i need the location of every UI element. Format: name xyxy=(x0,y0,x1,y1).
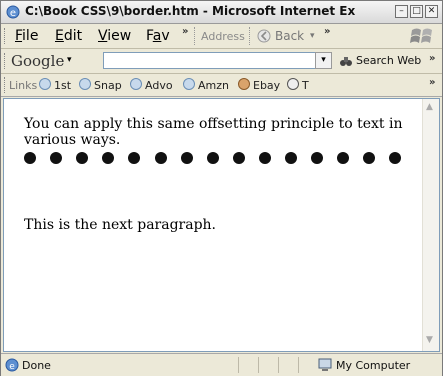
border-dot xyxy=(337,152,350,164)
scroll-up-arrow-icon[interactable]: ▲ xyxy=(426,102,433,112)
google-overflow-chevron[interactable]: » xyxy=(429,53,435,64)
svg-text:e: e xyxy=(10,8,16,19)
back-dropdown-icon[interactable]: ▾ xyxy=(310,31,315,41)
border-dot xyxy=(128,152,141,164)
border-dot xyxy=(76,152,89,164)
toolbar-grip[interactable] xyxy=(4,77,7,93)
link-t[interactable]: T xyxy=(302,79,309,92)
link-amzn-icon xyxy=(183,78,195,90)
toolbar-overflow-chevron[interactable]: » xyxy=(324,26,330,37)
toolbar-grip[interactable] xyxy=(4,28,7,44)
menu-view[interactable]: View xyxy=(98,28,131,44)
toolbar-separator xyxy=(194,27,196,45)
link-snap-icon xyxy=(79,78,91,90)
internet-explorer-icon: e xyxy=(6,5,20,19)
security-zone-text: My Computer xyxy=(336,359,411,372)
link-t-icon xyxy=(287,78,299,90)
border-dot xyxy=(24,152,36,164)
google-search-input[interactable] xyxy=(103,52,316,69)
maximize-button[interactable]: □ xyxy=(410,5,423,18)
browser-window: e C:\Book CSS\9\border.htm - Microsoft I… xyxy=(0,0,443,376)
border-dot xyxy=(363,152,376,164)
window-title: C:\Book CSS\9\border.htm - Microsoft Int… xyxy=(25,4,355,18)
menu-edit[interactable]: Edit xyxy=(55,28,82,44)
menu-favorites[interactable]: Fav xyxy=(146,28,170,44)
link-1st[interactable]: 1st xyxy=(54,79,71,92)
scroll-down-arrow-icon[interactable]: ▼ xyxy=(426,335,433,345)
menu-overflow-chevron[interactable]: » xyxy=(182,26,188,37)
border-dot xyxy=(206,152,219,164)
menu-bar: File Edit View Fav » Address Back ▾ » xyxy=(1,24,442,49)
google-menu-arrow-icon[interactable]: ▾ xyxy=(67,55,72,65)
status-divider xyxy=(277,357,279,373)
border-dot xyxy=(389,152,402,164)
dotted-border-row xyxy=(24,152,424,166)
border-dot xyxy=(102,152,115,164)
search-binoculars-icon xyxy=(339,53,353,67)
link-snap[interactable]: Snap xyxy=(94,79,122,92)
border-dot xyxy=(154,152,167,164)
title-bar: e C:\Book CSS\9\border.htm - Microsoft I… xyxy=(1,1,442,24)
links-toolbar: Links 1st Snap Advo Amzn Ebay T » xyxy=(1,74,442,97)
back-arrow-icon[interactable] xyxy=(257,29,271,43)
paragraph-next: This is the next paragraph. xyxy=(24,217,217,233)
address-label[interactable]: Address xyxy=(201,30,245,43)
my-computer-icon xyxy=(318,358,332,371)
status-divider xyxy=(257,357,259,373)
status-divider xyxy=(237,357,239,373)
paragraph-offset-text: You can apply this same offsetting princ… xyxy=(24,116,403,148)
page-status-icon: e xyxy=(5,358,19,372)
toolbar-grip[interactable] xyxy=(4,53,7,69)
status-divider xyxy=(297,357,299,373)
toolbar-separator xyxy=(249,27,251,45)
links-overflow-chevron[interactable]: » xyxy=(429,77,435,88)
link-advo-icon xyxy=(130,78,142,90)
back-button[interactable]: Back xyxy=(275,29,304,43)
border-dot xyxy=(258,152,271,164)
link-amzn[interactable]: Amzn xyxy=(198,79,229,92)
minimize-button[interactable]: – xyxy=(395,5,408,18)
status-bar: e Done My Computer xyxy=(1,353,442,376)
border-dot xyxy=(285,152,297,164)
page-viewport[interactable]: You can apply this same offsetting princ… xyxy=(3,98,440,352)
link-1st-icon xyxy=(39,78,51,90)
google-logo[interactable]: Google xyxy=(11,52,64,70)
close-button[interactable]: ✕ xyxy=(425,5,438,18)
google-toolbar: Google ▾ ▾ Search Web » xyxy=(1,49,442,74)
search-dropdown-button[interactable]: ▾ xyxy=(315,52,332,69)
border-dot xyxy=(232,152,245,164)
link-ebay-icon xyxy=(238,78,250,90)
search-web-button[interactable]: Search Web xyxy=(356,54,421,67)
svg-text:e: e xyxy=(9,362,15,372)
vertical-scrollbar[interactable]: ▲ ▼ xyxy=(422,99,439,351)
link-ebay[interactable]: Ebay xyxy=(253,79,280,92)
border-dot xyxy=(50,152,63,164)
link-advo[interactable]: Advo xyxy=(145,79,173,92)
menu-file[interactable]: File xyxy=(15,28,38,44)
status-text: Done xyxy=(22,359,51,372)
links-label: Links xyxy=(9,79,38,92)
windows-logo-icon xyxy=(410,28,432,43)
border-dot xyxy=(311,152,324,164)
border-dot xyxy=(180,152,193,164)
